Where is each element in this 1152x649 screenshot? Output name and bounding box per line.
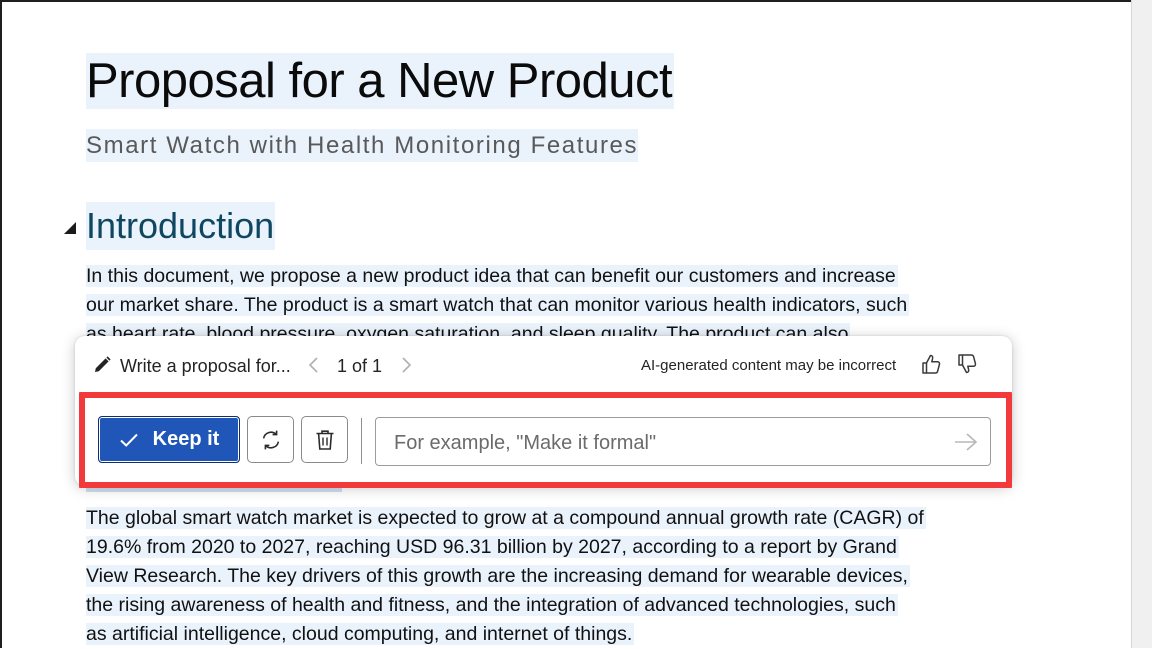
heading-introduction: Introduction <box>86 202 276 250</box>
document-title: Proposal for a New Product <box>86 53 675 109</box>
market-line: as artificial intelligence, cloud comput… <box>86 623 635 645</box>
draft-page-indicator: 1 of 1 <box>337 356 383 376</box>
prompt-summary[interactable]: Write a proposal for... <box>120 355 291 377</box>
intro-line: our market share. The product is a smart… <box>86 294 910 316</box>
pencil-icon <box>95 356 111 372</box>
thumbs-up-icon[interactable] <box>920 352 942 376</box>
document-subtitle: Smart Watch with Health Monitoring Featu… <box>86 129 639 162</box>
market-line: The global smart watch market is expecte… <box>86 507 926 529</box>
market-line: 19.6% from 2020 to 2027, reaching USD 96… <box>86 536 899 558</box>
thumbs-down-icon[interactable] <box>956 352 978 376</box>
chevron-right-icon[interactable] <box>399 355 413 375</box>
page-edge-left <box>0 0 2 648</box>
market-line: the rising awareness of health and fitne… <box>86 594 898 616</box>
chevron-left-icon[interactable] <box>307 355 321 375</box>
annotation-highlight-frame <box>79 392 1012 488</box>
intro-line: In this document, we propose a new produ… <box>86 265 898 287</box>
page-edge-top <box>0 0 1132 2</box>
vertical-scrollbar[interactable] <box>1131 0 1152 648</box>
market-line: View Research. The key drivers of this g… <box>86 565 910 587</box>
ai-disclaimer: AI-generated content may be incorrect <box>641 357 897 374</box>
collapse-heading-icon[interactable] <box>64 222 76 234</box>
copilot-header: Write a proposal for... 1 of 1 AI-genera… <box>75 336 1012 394</box>
